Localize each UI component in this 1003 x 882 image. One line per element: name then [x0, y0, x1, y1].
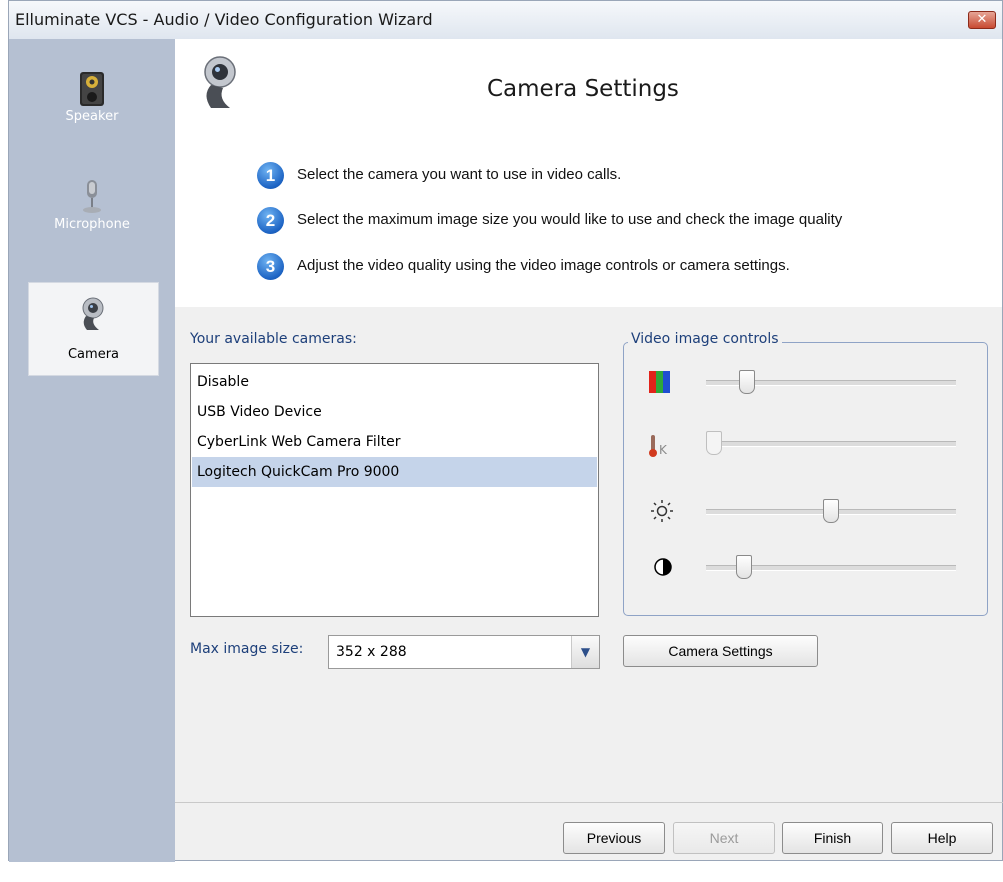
color-temperature-icon: K: [649, 435, 668, 457]
sidebar-item-label: Speaker: [65, 109, 119, 124]
list-item-selected[interactable]: Logitech QuickCam Pro 9000: [192, 457, 597, 487]
microphone-icon: [83, 180, 101, 213]
sidebar-item-label: Camera: [67, 347, 120, 362]
title-bar: Elluminate VCS - Audio / Video Configura…: [9, 1, 1002, 40]
contrast-slider-thumb[interactable]: [736, 555, 753, 579]
sidebar-item-camera[interactable]: Camera: [28, 282, 159, 376]
window-title: Elluminate VCS - Audio / Video Configura…: [15, 10, 433, 29]
webcam-icon: [204, 56, 236, 108]
sidebar: Speaker Microphone Camera: [9, 39, 175, 862]
step-number-badge: 2: [257, 207, 284, 234]
selected-size-value: 352 x 288: [336, 644, 407, 660]
max-image-size-label: Max image size:: [190, 641, 304, 657]
contrast-icon: [654, 558, 672, 576]
footer-divider: [175, 802, 1003, 803]
help-button[interactable]: Help: [891, 822, 993, 854]
header-panel: Camera Settings 1 Select the camera you …: [175, 39, 1002, 307]
video-image-controls-legend: Video image controls: [628, 331, 782, 347]
list-item[interactable]: Disable: [192, 367, 597, 397]
white-balance-slider-thumb[interactable]: [706, 431, 722, 455]
camera-settings-button[interactable]: Camera Settings: [623, 635, 818, 667]
step-number-badge: 3: [257, 253, 284, 280]
step-number-badge: 1: [257, 162, 284, 189]
hue-slider-thumb[interactable]: [738, 370, 755, 394]
previous-button[interactable]: Previous: [563, 822, 665, 854]
color-bars-icon: [649, 371, 670, 393]
page-title: Camera Settings: [487, 76, 679, 102]
svg-text:K: K: [659, 443, 668, 457]
step-text: Select the maximum image size you would …: [297, 211, 843, 228]
sidebar-item-label: Microphone: [54, 217, 130, 232]
max-image-size-select[interactable]: 352 x 288 ▼: [328, 635, 600, 669]
brightness-icon: [651, 500, 673, 522]
list-item[interactable]: USB Video Device: [192, 397, 597, 427]
camera-listbox[interactable]: Disable USB Video Device CyberLink Web C…: [190, 363, 599, 617]
next-button[interactable]: Next: [673, 822, 775, 854]
list-item[interactable]: CyberLink Web Camera Filter: [192, 427, 597, 457]
close-button[interactable]: ✕: [968, 11, 996, 29]
available-cameras-label: Your available cameras:: [190, 331, 357, 347]
white-balance-slider-track[interactable]: [706, 441, 956, 447]
brightness-slider-thumb[interactable]: [823, 499, 839, 523]
sidebar-item-microphone[interactable]: Microphone: [9, 155, 175, 249]
step-text: Select the camera you want to use in vid…: [297, 166, 622, 183]
finish-button[interactable]: Finish: [782, 822, 883, 854]
step-text: Adjust the video quality using the video…: [297, 257, 790, 274]
webcam-icon: [82, 297, 104, 330]
dropdown-arrow-icon[interactable]: ▼: [571, 636, 599, 668]
sidebar-item-speaker[interactable]: Speaker: [9, 47, 175, 141]
speaker-icon: [80, 72, 104, 106]
